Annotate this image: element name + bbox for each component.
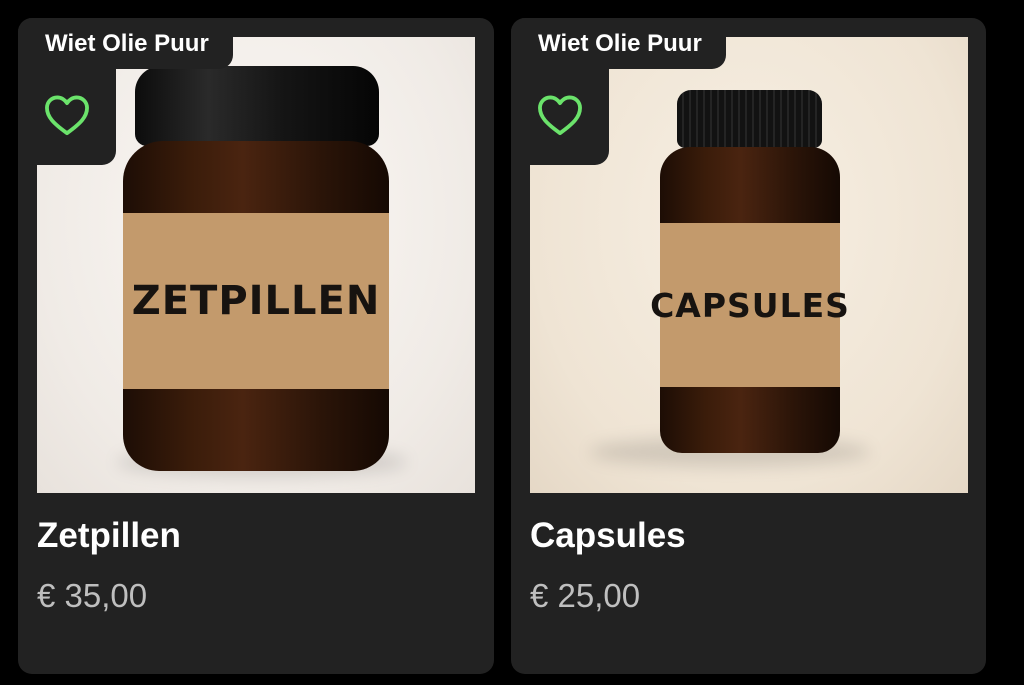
product-title[interactable]: Zetpillen — [37, 512, 181, 560]
product-price: € 35,00 — [37, 577, 148, 614]
brand-tag: Wiet Olie Puur — [18, 18, 233, 69]
brand-tag: Wiet Olie Puur — [511, 18, 726, 69]
product-price: € 25,00 — [530, 577, 641, 614]
favorite-button[interactable] — [18, 69, 116, 165]
jar-label: ZETPILLEN — [123, 213, 389, 389]
product-card[interactable]: ZETPILLEN Wiet Olie Puur Zetpillen € 35,… — [18, 18, 494, 674]
product-card[interactable]: CAPSULES Wiet Olie Puur Capsules € 25,00 — [511, 18, 986, 674]
jar-label: CAPSULES — [650, 223, 849, 387]
product-title[interactable]: Capsules — [530, 512, 686, 560]
heart-icon — [537, 94, 583, 141]
heart-icon — [44, 94, 90, 141]
favorite-button[interactable] — [511, 69, 609, 165]
